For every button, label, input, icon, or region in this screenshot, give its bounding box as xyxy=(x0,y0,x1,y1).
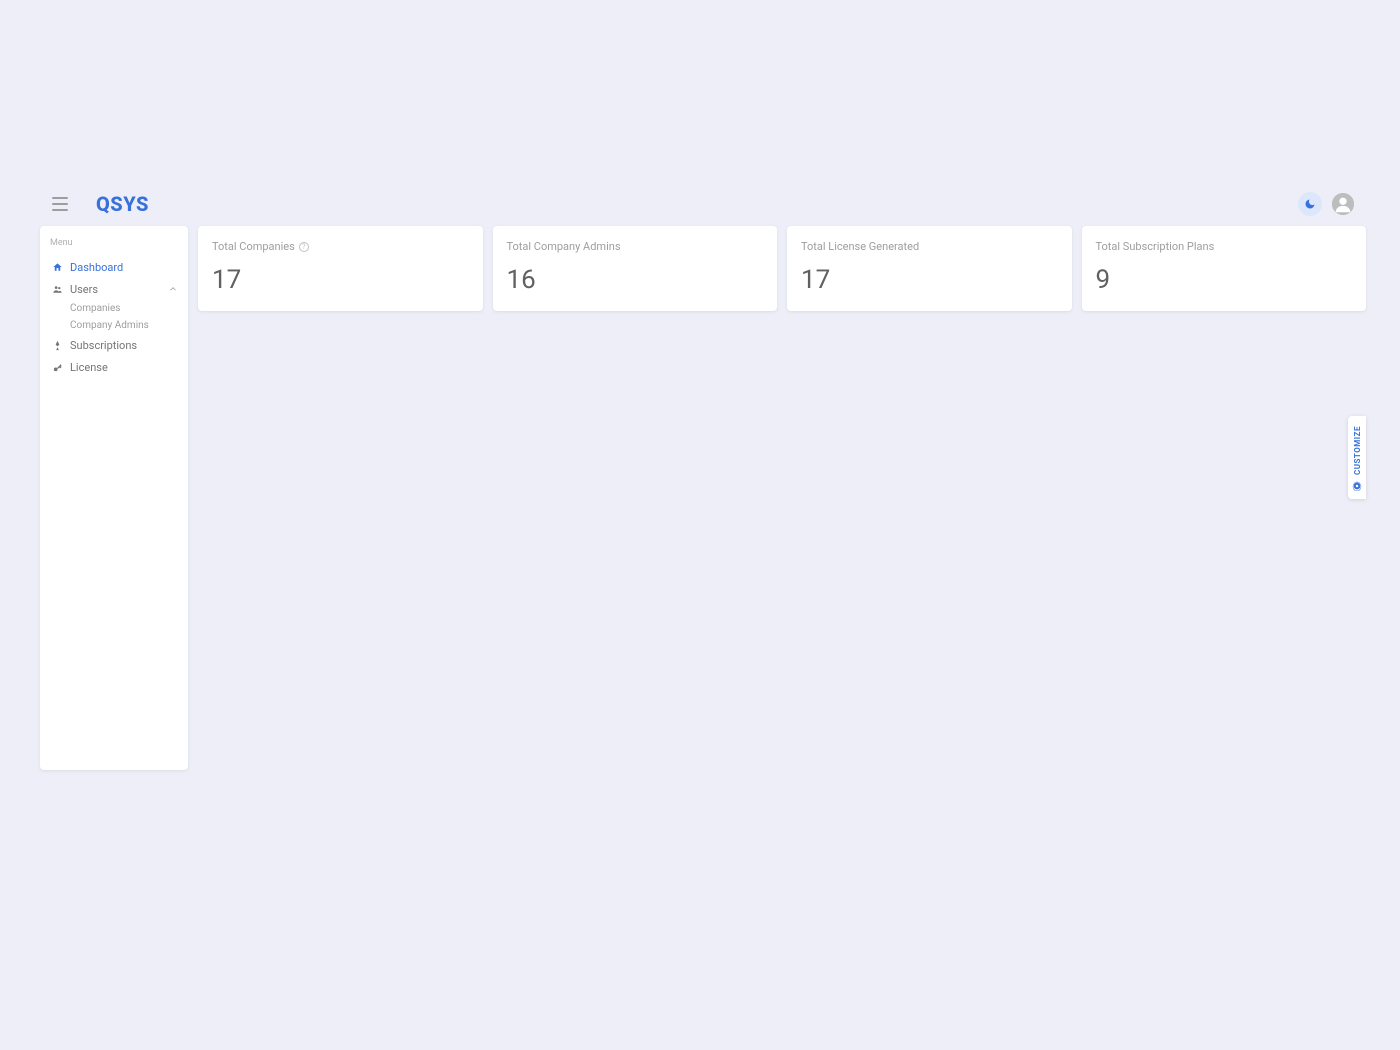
sidebar-subitem-companies[interactable]: Companies xyxy=(46,300,182,317)
app-container: QSYS Menu Dashboard xyxy=(40,182,1366,770)
card-title: Total Companies ? xyxy=(212,240,469,253)
chevron-up-icon xyxy=(168,284,178,294)
card-value: 17 xyxy=(212,265,469,295)
card-title-text: Total Company Admins xyxy=(507,240,621,253)
sidebar-item-label: License xyxy=(70,361,108,374)
customize-button[interactable]: CUSTOMIZE xyxy=(1348,416,1366,499)
card-value: 17 xyxy=(801,265,1058,295)
logo: QSYS xyxy=(96,192,149,216)
moon-icon xyxy=(1304,198,1316,210)
header: QSYS xyxy=(40,182,1366,226)
customize-label: CUSTOMIZE xyxy=(1353,426,1362,475)
sidebar-item-users[interactable]: Users xyxy=(46,278,182,300)
hamburger-line xyxy=(52,203,68,205)
menu-toggle-button[interactable] xyxy=(52,192,76,216)
card-title-text: Total Companies xyxy=(212,240,295,253)
home-icon xyxy=(50,260,64,274)
hamburger-line xyxy=(52,209,68,211)
user-icon xyxy=(1332,193,1354,215)
hamburger-line xyxy=(52,197,68,199)
sidebar-item-subscriptions[interactable]: Subscriptions xyxy=(46,334,182,356)
card-total-company-admins: Total Company Admins 16 xyxy=(493,226,778,311)
card-total-license-generated: Total License Generated 17 xyxy=(787,226,1072,311)
card-value: 16 xyxy=(507,265,764,295)
info-icon[interactable]: ? xyxy=(299,242,309,252)
sidebar-item-label: Dashboard xyxy=(70,261,123,274)
body-area: Menu Dashboard Users Companies Compa xyxy=(40,226,1366,770)
key-icon xyxy=(50,360,64,374)
card-title-text: Total License Generated xyxy=(801,240,919,253)
card-title-text: Total Subscription Plans xyxy=(1096,240,1215,253)
card-title: Total Subscription Plans xyxy=(1096,240,1353,253)
card-title: Total License Generated xyxy=(801,240,1058,253)
card-total-subscription-plans: Total Subscription Plans 9 xyxy=(1082,226,1367,311)
users-icon xyxy=(50,282,64,296)
cards-area: Total Companies ? 17 Total Company Admin… xyxy=(198,226,1366,770)
rocket-icon xyxy=(50,338,64,352)
card-total-companies: Total Companies ? 17 xyxy=(198,226,483,311)
theme-toggle-button[interactable] xyxy=(1298,192,1322,216)
gear-icon xyxy=(1352,481,1362,491)
sidebar-section-label: Menu xyxy=(46,234,182,256)
sidebar-subitem-company-admins[interactable]: Company Admins xyxy=(46,317,182,334)
sidebar-item-label: Users xyxy=(70,283,98,296)
card-value: 9 xyxy=(1096,265,1353,295)
card-title: Total Company Admins xyxy=(507,240,764,253)
avatar-button[interactable] xyxy=(1332,193,1354,215)
sidebar-item-label: Subscriptions xyxy=(70,339,137,352)
sidebar-item-dashboard[interactable]: Dashboard xyxy=(46,256,182,278)
sidebar: Menu Dashboard Users Companies Compa xyxy=(40,226,188,770)
sidebar-item-license[interactable]: License xyxy=(46,356,182,378)
